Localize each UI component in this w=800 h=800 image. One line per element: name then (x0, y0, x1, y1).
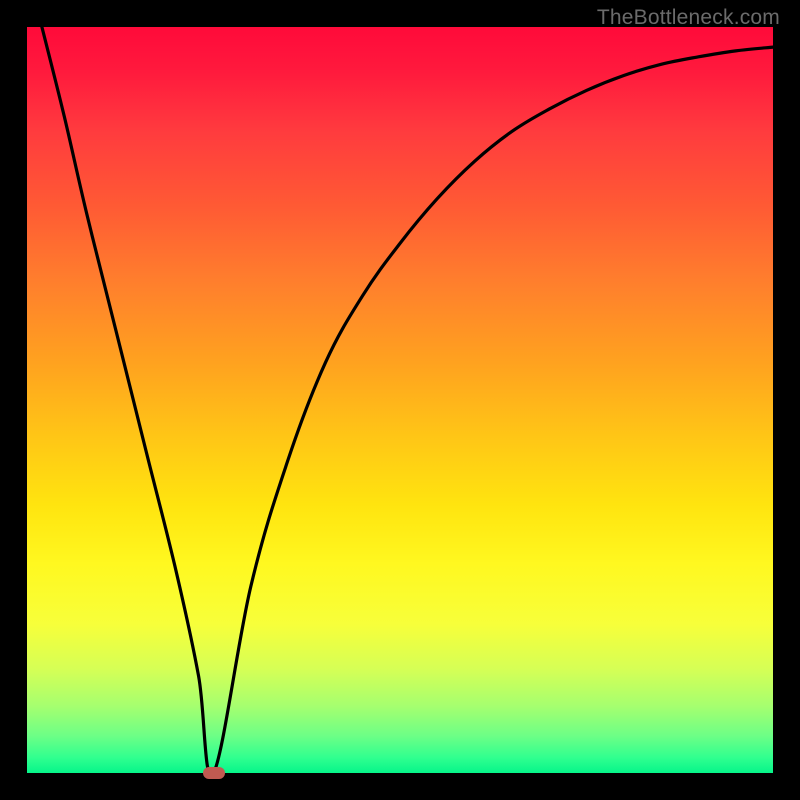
chart-frame: TheBottleneck.com (0, 0, 800, 800)
bottleneck-curve (27, 27, 773, 773)
plot-area (27, 27, 773, 773)
min-marker (203, 767, 225, 779)
watermark-text: TheBottleneck.com (597, 6, 780, 30)
